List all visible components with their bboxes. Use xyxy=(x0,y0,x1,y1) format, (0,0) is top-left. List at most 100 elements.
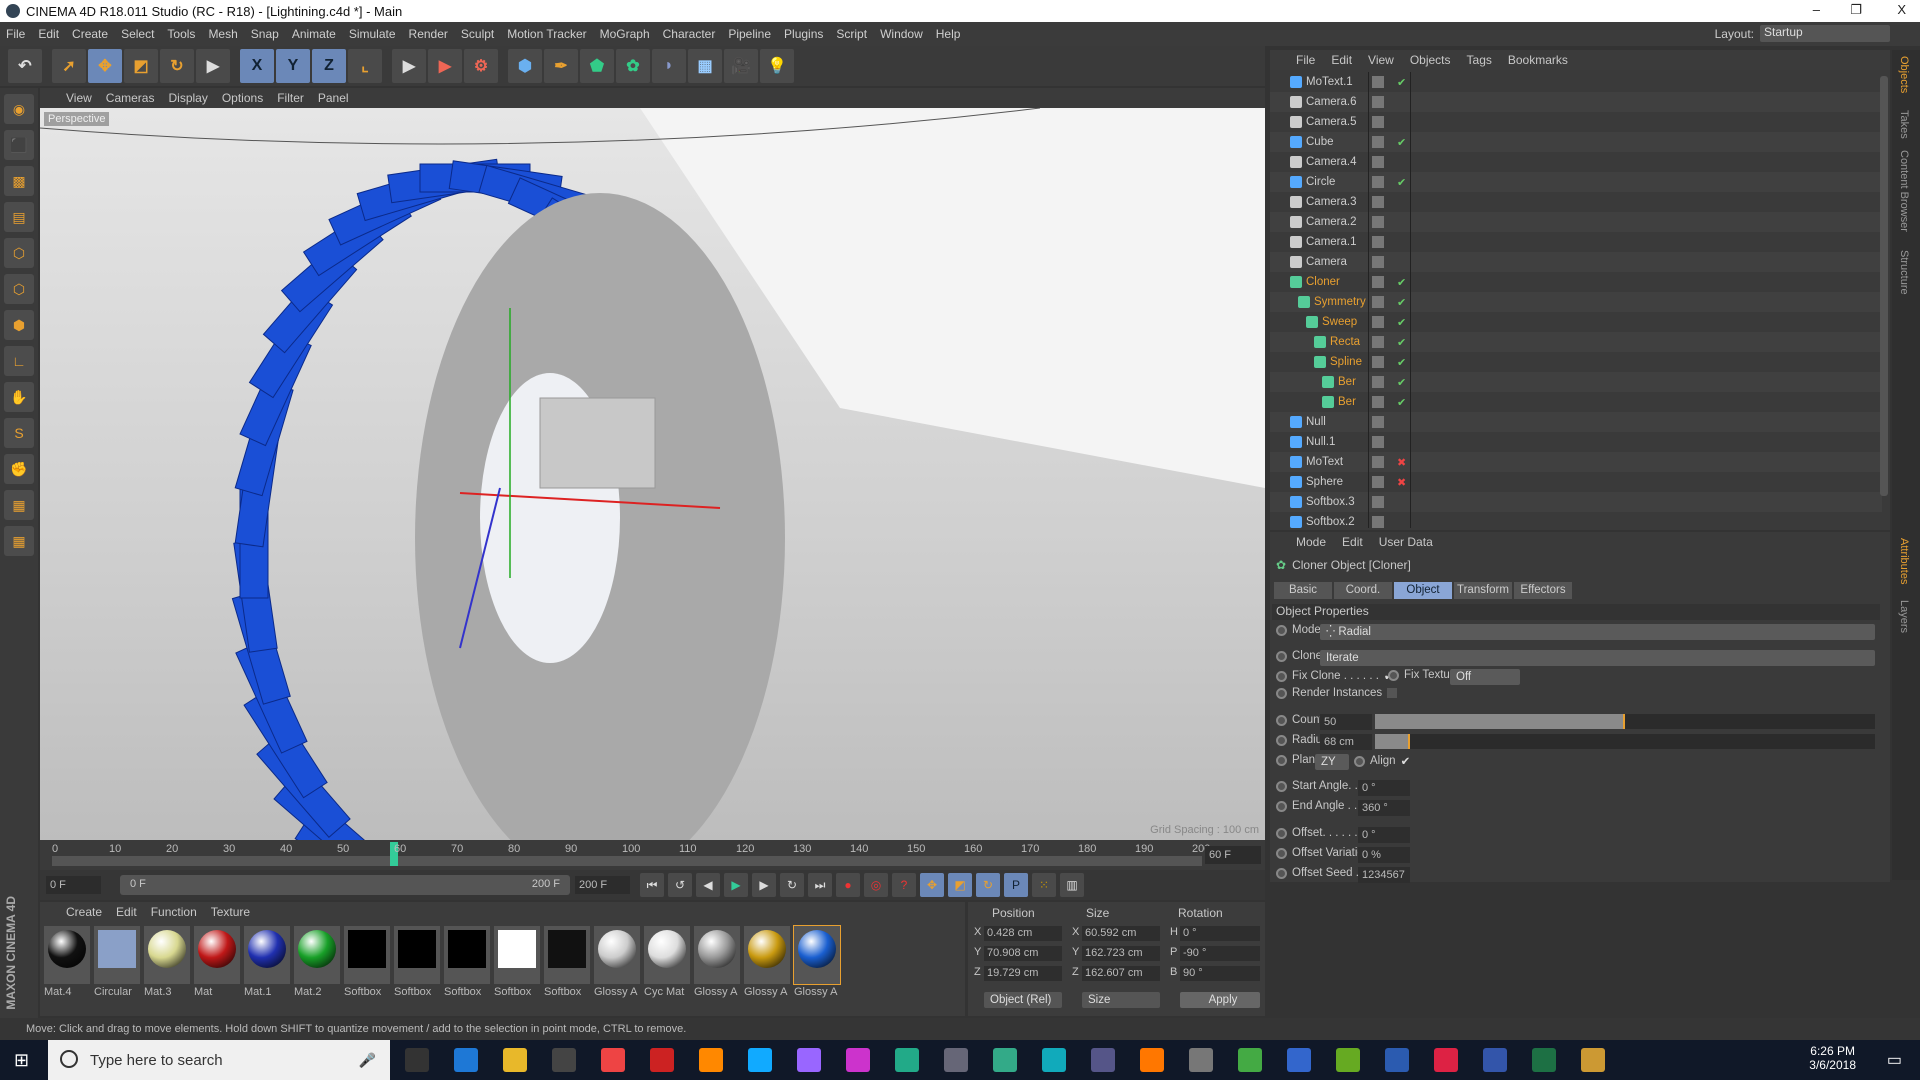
axis-mode-icon[interactable]: ∟ xyxy=(4,346,34,376)
material-menu-create[interactable]: Create xyxy=(66,905,102,919)
mocha-icon[interactable] xyxy=(993,1048,1017,1072)
menu-sculpt[interactable]: Sculpt xyxy=(461,27,494,41)
object-row[interactable]: Null xyxy=(1270,412,1882,432)
tab-object[interactable]: Object xyxy=(1394,582,1452,599)
offset-field[interactable]: 0 ° xyxy=(1358,827,1410,843)
object-menu-view[interactable]: View xyxy=(1368,53,1394,67)
workplane-grid-icon[interactable]: ▦ xyxy=(4,490,34,520)
layer-color-swatch[interactable] xyxy=(1372,296,1384,308)
menu-render[interactable]: Render xyxy=(409,27,448,41)
browser-icon[interactable] xyxy=(1287,1048,1311,1072)
count-slider[interactable] xyxy=(1375,714,1875,729)
move-tool-icon[interactable]: ✥ xyxy=(88,49,122,83)
goto-start-icon[interactable]: ⏮ xyxy=(640,873,664,897)
menu-help[interactable]: Help xyxy=(936,27,961,41)
size-mode-dropdown[interactable]: Size xyxy=(1082,992,1160,1008)
end-angle-field[interactable]: 360 ° xyxy=(1358,800,1410,816)
key-rotation-icon[interactable]: ↻ xyxy=(976,873,1000,897)
menu-script[interactable]: Script xyxy=(836,27,867,41)
object-row[interactable]: Softbox.2 xyxy=(1270,512,1882,528)
offset-anim-radio[interactable] xyxy=(1276,827,1287,839)
task-view-icon[interactable] xyxy=(405,1048,429,1072)
viewport-menu-options[interactable]: Options xyxy=(222,91,263,105)
end-angle-anim-radio[interactable] xyxy=(1276,800,1287,812)
object-row[interactable]: Recta ✔ xyxy=(1270,332,1882,352)
media-icon[interactable] xyxy=(1091,1048,1115,1072)
pen-spline-icon[interactable]: ✒ xyxy=(544,49,578,83)
rotate-tool-icon[interactable]: ↻ xyxy=(160,49,194,83)
fix-clone-anim-radio[interactable] xyxy=(1276,670,1287,682)
scale-tool-icon[interactable]: ◩ xyxy=(124,49,158,83)
plane-anim-radio[interactable] xyxy=(1276,754,1287,766)
cloner-icon[interactable]: ✿ xyxy=(616,49,650,83)
offset-variation-field[interactable]: 0 % xyxy=(1358,847,1410,863)
enabled-check-icon[interactable]: ✔ xyxy=(1397,76,1406,89)
nvidia-icon[interactable] xyxy=(1189,1048,1213,1072)
size-field[interactable]: 162.723 cm xyxy=(1082,946,1160,961)
rotation-field[interactable]: -90 ° xyxy=(1180,946,1260,961)
visio-icon[interactable] xyxy=(1483,1048,1507,1072)
layer-color-swatch[interactable] xyxy=(1372,516,1384,528)
material-swatch[interactable]: Softbox xyxy=(344,926,390,998)
object-row[interactable]: Cube ✔ xyxy=(1270,132,1882,152)
layer-color-swatch[interactable] xyxy=(1372,456,1384,468)
align-anim-radio[interactable] xyxy=(1354,755,1365,767)
windows-start-icon[interactable]: ⊞ xyxy=(14,1050,29,1071)
object-row[interactable]: Camera.1 xyxy=(1270,232,1882,252)
subdivision-icon[interactable]: ⬟ xyxy=(580,49,614,83)
tab-structure[interactable]: Structure xyxy=(1898,250,1910,295)
enabled-check-icon[interactable]: ✔ xyxy=(1397,316,1406,329)
greenshot-icon[interactable] xyxy=(1238,1048,1262,1072)
store-icon[interactable] xyxy=(552,1048,576,1072)
edge-icon[interactable] xyxy=(454,1048,478,1072)
plane-dropdown[interactable]: ZY xyxy=(1315,754,1349,770)
object-row[interactable]: Null.1 xyxy=(1270,432,1882,452)
apply-button[interactable]: Apply xyxy=(1180,992,1260,1008)
offset-seed-anim-radio[interactable] xyxy=(1276,867,1287,879)
enabled-check-icon[interactable]: ✔ xyxy=(1397,376,1406,389)
material-swatch[interactable]: Glossy A xyxy=(694,926,740,998)
layer-color-swatch[interactable] xyxy=(1372,316,1384,328)
clones-anim-radio[interactable] xyxy=(1276,650,1287,662)
keyframe-selection-icon[interactable]: ? xyxy=(892,873,916,897)
taskbar-search-box[interactable]: Type here to search 🎤 xyxy=(48,1040,390,1080)
end-frame-field[interactable]: 200 F xyxy=(575,876,630,894)
menu-file[interactable]: File xyxy=(6,27,25,41)
tab-basic[interactable]: Basic xyxy=(1274,582,1332,599)
file-explorer-icon[interactable] xyxy=(503,1048,527,1072)
fix-texture-anim-radio[interactable] xyxy=(1388,669,1399,681)
enabled-check-icon[interactable]: ✔ xyxy=(1397,336,1406,349)
radius-field[interactable]: 68 cm xyxy=(1320,734,1372,750)
points-mode-icon[interactable]: ⬡ xyxy=(4,238,34,268)
render-picture-viewer-icon[interactable]: ▶ xyxy=(428,49,462,83)
cinema4d-icon[interactable] xyxy=(944,1048,968,1072)
enabled-check-icon[interactable]: ✔ xyxy=(1397,276,1406,289)
minimize-button[interactable]: – xyxy=(1813,2,1820,17)
layer-color-swatch[interactable] xyxy=(1372,476,1384,488)
layer-color-swatch[interactable] xyxy=(1372,156,1384,168)
layer-color-swatch[interactable] xyxy=(1372,356,1384,368)
material-swatch[interactable]: Mat xyxy=(194,926,240,998)
undo-icon[interactable]: ↶ xyxy=(8,49,42,83)
floor-icon[interactable]: ▦ xyxy=(688,49,722,83)
material-swatch[interactable]: Softbox xyxy=(394,926,440,998)
object-menu-bookmarks[interactable]: Bookmarks xyxy=(1508,53,1568,67)
sculpt-icon[interactable]: ✊ xyxy=(4,454,34,484)
layer-color-swatch[interactable] xyxy=(1372,496,1384,508)
viewport-menu-filter[interactable]: Filter xyxy=(277,91,304,105)
utorrent-icon[interactable] xyxy=(1336,1048,1360,1072)
microphone-icon[interactable]: 🎤 xyxy=(359,1052,376,1069)
x-axis-lock-icon[interactable]: X xyxy=(240,49,274,83)
menu-pipeline[interactable]: Pipeline xyxy=(728,27,771,41)
locked-workplane-icon[interactable]: ▦ xyxy=(4,526,34,556)
tab-transform[interactable]: Transform xyxy=(1454,582,1512,599)
layer-color-swatch[interactable] xyxy=(1372,256,1384,268)
after-effects-icon[interactable] xyxy=(797,1048,821,1072)
goto-end-icon[interactable]: ⏭ xyxy=(808,873,832,897)
premiere-icon[interactable] xyxy=(846,1048,870,1072)
attribute-menu-mode[interactable]: Mode xyxy=(1296,535,1326,549)
material-swatch[interactable]: Glossy A xyxy=(594,926,640,998)
menu-plugins[interactable]: Plugins xyxy=(784,27,823,41)
position-field[interactable]: 19.729 cm xyxy=(984,966,1062,981)
menu-create[interactable]: Create xyxy=(72,27,108,41)
